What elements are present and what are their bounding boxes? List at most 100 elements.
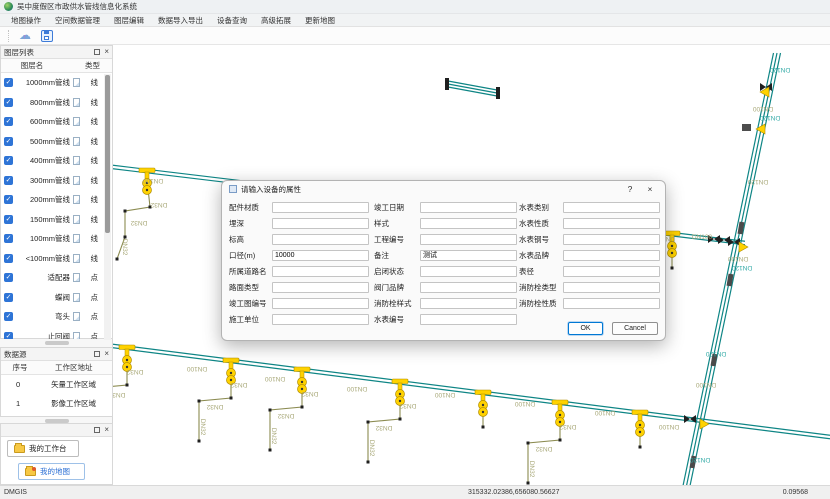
dialog-field-input-2-2[interactable] (563, 234, 660, 245)
dialog-field-input-2-4[interactable] (563, 266, 660, 277)
dialog-field-input-0-2[interactable] (272, 234, 369, 245)
layer-name-column-header[interactable]: 图层名 (1, 60, 63, 71)
layer-row[interactable]: ✓蝶阀点 (1, 288, 112, 308)
datasource-row[interactable]: 1影像工作区域 (1, 394, 112, 413)
layer-visibility-checkbox[interactable]: ✓ (4, 156, 13, 165)
layer-visibility-checkbox[interactable]: ✓ (4, 254, 13, 263)
dialog-field-input-0-3[interactable] (272, 250, 369, 261)
close-panel-icon[interactable]: × (104, 426, 109, 434)
layer-visibility-checkbox[interactable]: ✓ (4, 176, 13, 185)
cancel-button[interactable]: Cancel (612, 322, 658, 335)
layer-name: 弯头 (16, 311, 70, 322)
layer-row[interactable]: ✓100mm管线线 (1, 229, 112, 249)
pipe-label: DN32 (535, 445, 552, 452)
dialog-field-input-2-3[interactable] (563, 250, 660, 261)
dialog-field-input-1-3[interactable] (420, 250, 517, 261)
layer-row[interactable]: ✓800mm管线线 (1, 93, 112, 113)
dialog-field-input-1-0[interactable] (420, 202, 517, 213)
dialog-field-row: 竣工图编号 (229, 295, 369, 311)
pipe-label: DN32 (230, 381, 247, 388)
workspace-column-header[interactable]: 工作区地址 (55, 362, 93, 373)
float-panel-icon[interactable] (94, 427, 100, 433)
pipe-label: DN100 (594, 409, 615, 416)
dialog-field-input-1-7[interactable] (420, 314, 517, 325)
cloud-sync-icon[interactable]: ☁↑ (19, 29, 34, 42)
save-icon[interactable] (41, 30, 53, 42)
scrollbar-thumb[interactable] (105, 75, 110, 233)
dialog-field-input-0-7[interactable] (272, 314, 369, 325)
dialog-field-input-0-0[interactable] (272, 202, 369, 213)
dialog-field-row: 消防栓性质 (519, 295, 660, 311)
layer-visibility-checkbox[interactable]: ✓ (4, 117, 13, 126)
pipe-label: DN32 (528, 461, 535, 478)
layer-row[interactable]: ✓400mm管线线 (1, 151, 112, 171)
toolbar-grip (8, 30, 10, 42)
layer-row[interactable]: ✓500mm管线线 (1, 132, 112, 152)
dialog-close-button[interactable]: × (642, 184, 658, 194)
layer-visibility-checkbox[interactable]: ✓ (4, 98, 13, 107)
layer-row[interactable]: ✓弯头点 (1, 307, 112, 327)
ok-button[interactable]: OK (568, 322, 603, 335)
menu-item-3[interactable]: 数据导入导出 (151, 15, 210, 26)
layer-row[interactable]: ✓适配器点 (1, 268, 112, 288)
my-map-button[interactable]: 我的地图 (18, 463, 85, 480)
dialog-field-input-2-5[interactable] (563, 282, 660, 293)
pipe-label: DN100 (346, 385, 367, 392)
close-panel-icon[interactable]: × (104, 350, 109, 358)
layer-type-column-header[interactable]: 类型 (85, 60, 100, 71)
layer-visibility-checkbox[interactable]: ✓ (4, 137, 13, 146)
dialog-field-row: 消防栓类型 (519, 279, 660, 295)
datasource-row[interactable]: 0矢量工作区域 (1, 375, 112, 394)
layer-visibility-checkbox[interactable]: ✓ (4, 215, 13, 224)
dialog-field-input-2-0[interactable] (563, 202, 660, 213)
dialog-field-input-1-6[interactable] (420, 298, 517, 309)
layer-visibility-checkbox[interactable]: ✓ (4, 312, 13, 321)
layer-row[interactable]: ✓止回阀点 (1, 327, 112, 340)
float-panel-icon[interactable] (94, 49, 100, 55)
dialog-help-button[interactable]: ? (622, 184, 638, 194)
dialog-field-input-1-5[interactable] (420, 282, 517, 293)
panel-splitter[interactable] (45, 341, 69, 345)
dialog-field-input-0-4[interactable] (272, 266, 369, 277)
dialog-icon (229, 185, 237, 193)
dialog-titlebar[interactable]: 请输入设备的属性 ? × (222, 181, 665, 197)
dialog-field-label-1-7: 水表编号 (374, 314, 420, 325)
layer-type: 线 (91, 77, 99, 88)
layer-row[interactable]: ✓200mm管线线 (1, 190, 112, 210)
dialog-field-input-2-1[interactable] (563, 218, 660, 229)
dialog-field-input-1-4[interactable] (420, 266, 517, 277)
menu-item-6[interactable]: 更新地图 (298, 15, 342, 26)
status-scale: 0.09568 (783, 489, 808, 496)
index-column-header[interactable]: 序号 (1, 362, 39, 373)
menu-item-4[interactable]: 设备查询 (210, 15, 254, 26)
layer-row[interactable]: ✓1000mm管线线 (1, 73, 112, 93)
dialog-field-input-2-6[interactable] (563, 298, 660, 309)
menu-item-0[interactable]: 地图操作 (4, 15, 48, 26)
dialog-field-input-1-1[interactable] (420, 218, 517, 229)
pipe-label: DN100 (514, 400, 535, 407)
layer-visibility-checkbox[interactable]: ✓ (4, 234, 13, 243)
menu-item-5[interactable]: 高级拓展 (254, 15, 298, 26)
layer-visibility-checkbox[interactable]: ✓ (4, 273, 13, 282)
close-panel-icon[interactable]: × (104, 48, 109, 56)
layer-row[interactable]: ✓<100mm管线线 (1, 249, 112, 269)
dialog-field-input-0-1[interactable] (272, 218, 369, 229)
layer-row[interactable]: ✓600mm管线线 (1, 112, 112, 132)
dialog-field-label-0-4: 所属道路名 (229, 266, 272, 277)
menu-item-2[interactable]: 图层编辑 (107, 15, 151, 26)
dialog-field-input-0-6[interactable] (272, 298, 369, 309)
toolbar: ☁↑ (0, 27, 830, 45)
pipe-label: DN120 (747, 178, 768, 185)
dialog-field-input-1-2[interactable] (420, 234, 517, 245)
layer-visibility-checkbox[interactable]: ✓ (4, 293, 13, 302)
layer-visibility-checkbox[interactable]: ✓ (4, 78, 13, 87)
layer-list-scrollbar[interactable] (104, 74, 111, 340)
dialog-field-input-0-5[interactable] (272, 282, 369, 293)
layer-visibility-checkbox[interactable]: ✓ (4, 332, 13, 339)
float-panel-icon[interactable] (94, 351, 100, 357)
menu-item-1[interactable]: 空间数据管理 (48, 15, 107, 26)
layer-visibility-checkbox[interactable]: ✓ (4, 195, 13, 204)
layer-row[interactable]: ✓300mm管线线 (1, 171, 112, 191)
layer-row[interactable]: ✓150mm管线线 (1, 210, 112, 230)
my-workbench-button[interactable]: 我的工作台 (7, 440, 79, 457)
